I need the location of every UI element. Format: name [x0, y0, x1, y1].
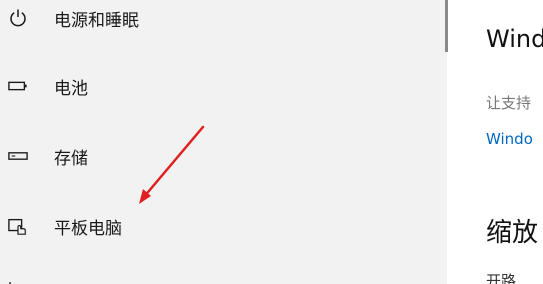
sidebar-item-battery[interactable]: 电池 [0, 58, 447, 114]
sidebar-item-label: 电池 [54, 78, 88, 99]
battery-icon [8, 76, 28, 96]
partial-icon [8, 274, 18, 284]
sidebar-item-tablet[interactable]: 平板电脑 [0, 198, 447, 254]
section-link[interactable]: Windo [486, 130, 533, 148]
section-text: 开路 [486, 272, 517, 284]
sidebar-item-label: 存储 [54, 148, 88, 169]
power-icon [8, 8, 28, 28]
sidebar-item-storage[interactable]: 存储 [0, 128, 447, 184]
section-heading: 缩放 [486, 218, 539, 248]
storage-icon [8, 146, 28, 166]
sidebar: 电源和睡眠 电池 存储 平板电脑 [0, 0, 447, 284]
sidebar-item-power-sleep[interactable]: 电源和睡眠 [0, 0, 447, 46]
settings-window: 电源和睡眠 电池 存储 平板电脑 Wind 让支持 Windo 缩放 开路 [0, 0, 543, 284]
sidebar-item-label: 电源和睡眠 [54, 10, 139, 31]
tablet-icon [8, 216, 28, 236]
section-description: 让支持 [486, 94, 532, 112]
section-title: Windc [486, 25, 543, 53]
main-content: Windc 让支持 Windo 缩放 开路 [448, 0, 543, 284]
sidebar-item-label: 平板电脑 [54, 218, 122, 239]
